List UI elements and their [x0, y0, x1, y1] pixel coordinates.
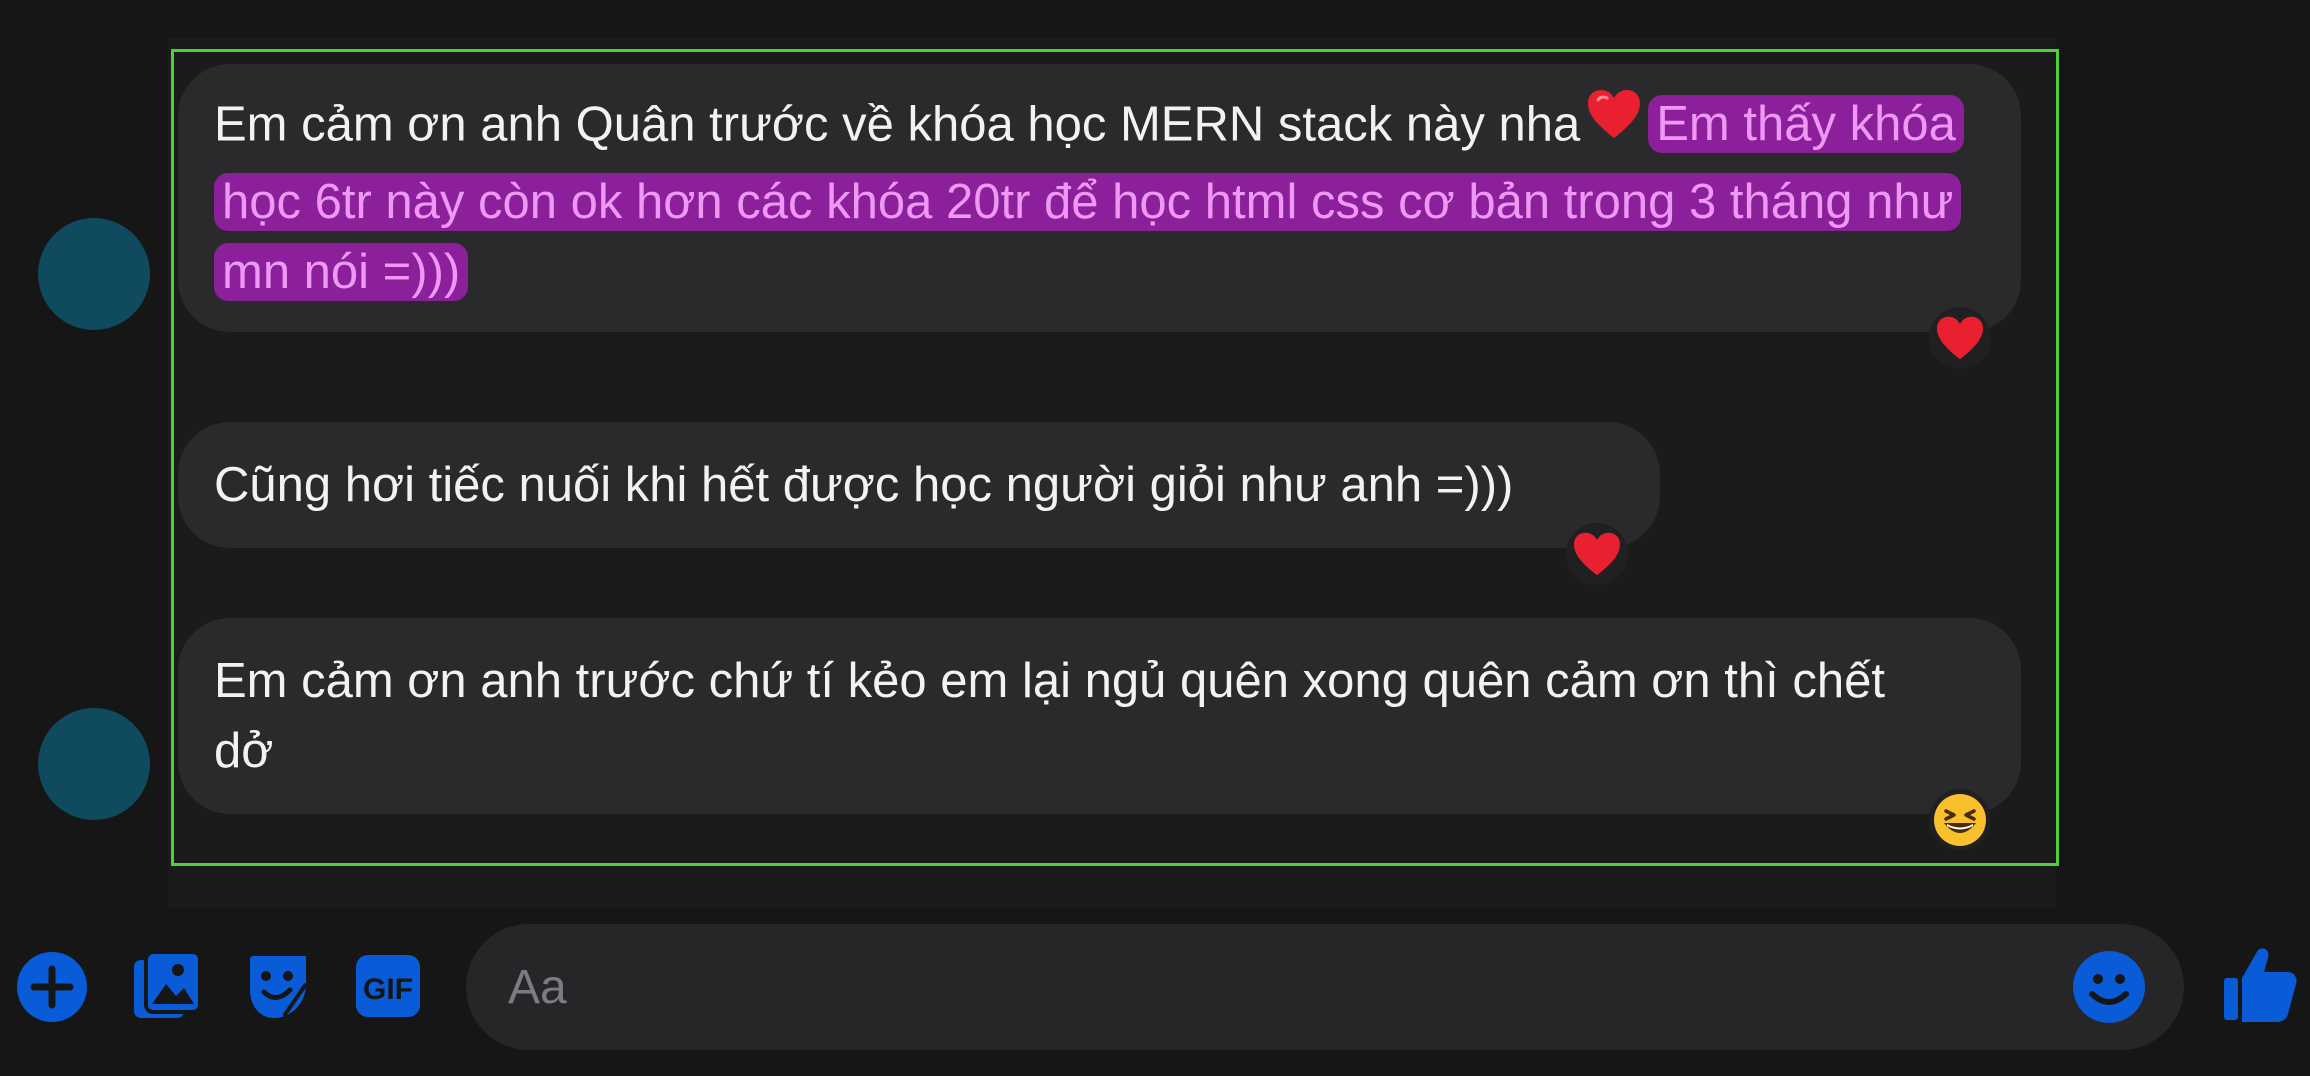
gif-icon[interactable]: GIF: [354, 953, 422, 1024]
plus-icon[interactable]: [16, 951, 88, 1028]
selection-outline: [171, 49, 2059, 866]
avatar[interactable]: [38, 218, 150, 330]
svg-text:GIF: GIF: [363, 973, 413, 1006]
avatar[interactable]: [38, 708, 150, 820]
sticker-icon[interactable]: [244, 950, 314, 1027]
emoji-icon[interactable]: [2072, 950, 2146, 1029]
like-icon[interactable]: [2222, 944, 2298, 1029]
message-input-placeholder: Aa: [508, 961, 567, 1014]
message-input[interactable]: Aa: [466, 924, 2184, 1050]
image-icon[interactable]: [132, 950, 202, 1027]
